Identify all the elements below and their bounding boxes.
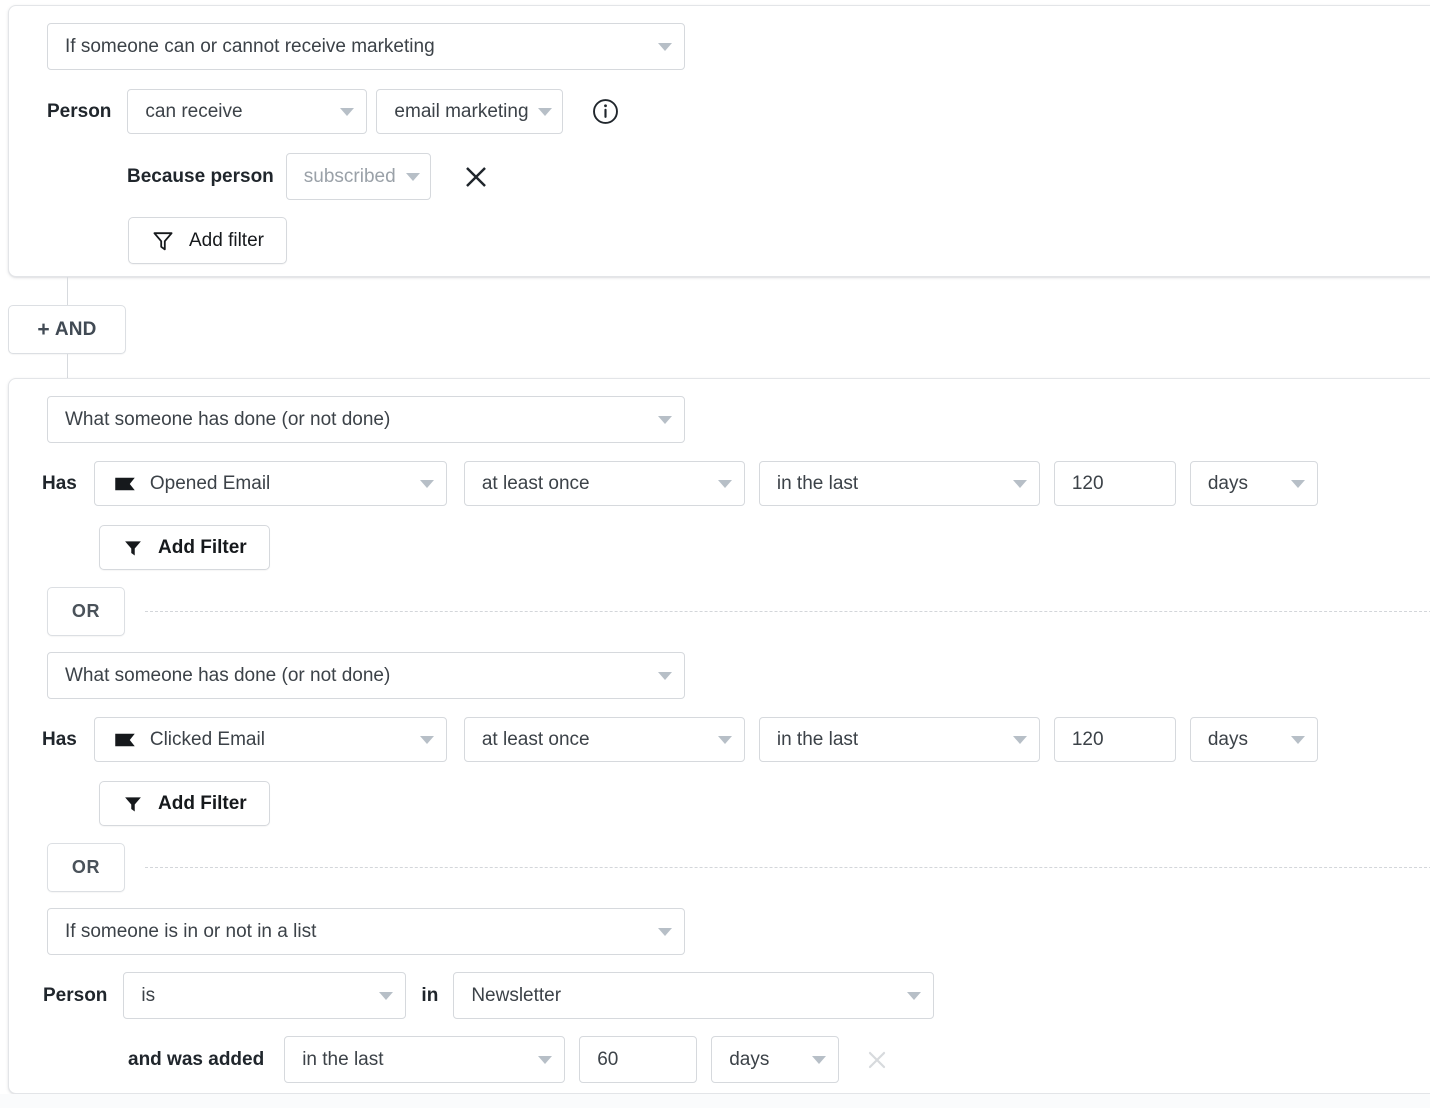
chevron-down-icon <box>537 107 552 116</box>
condition-type-select-marketing[interactable]: If someone can or cannot receive marketi… <box>47 23 685 70</box>
added-unit-select[interactable]: days <box>711 1036 840 1083</box>
person-label: Person <box>43 984 108 1006</box>
or-button-2[interactable]: OR <box>47 843 125 892</box>
list-name-select[interactable]: Newsletter <box>453 972 935 1019</box>
close-icon[interactable] <box>863 1046 891 1074</box>
or-button-1[interactable]: OR <box>47 587 125 636</box>
metric-select-opened-email[interactable]: Opened Email <box>93 461 447 506</box>
chevron-down-icon <box>658 671 672 680</box>
condition-type-select-clicked[interactable]: What someone has done (or not done) <box>47 652 685 699</box>
chevron-down-icon <box>658 42 672 51</box>
frequency-select-opened-email[interactable]: at least once <box>463 461 745 506</box>
connector-rail-top <box>67 277 68 306</box>
chevron-down-icon <box>340 107 355 116</box>
in-label: in <box>421 984 439 1006</box>
chevron-down-icon <box>1012 735 1027 744</box>
chevron-down-icon <box>538 1055 553 1064</box>
chevron-down-icon <box>379 991 394 1000</box>
add-and-group-button[interactable]: + AND <box>8 305 126 354</box>
chevron-down-icon <box>419 479 434 488</box>
and-label: AND <box>54 318 97 340</box>
add-filter-label: Add filter <box>189 229 264 251</box>
frequency-select-clicked-email[interactable]: at least once <box>463 717 745 762</box>
funnel-outline-icon <box>151 229 175 253</box>
chevron-down-icon <box>1012 479 1027 488</box>
marketing-operator-row: Person can receive email marketing <box>47 89 619 134</box>
opened-email-row: Has Opened Email at least once in the la… <box>42 461 1318 506</box>
or-divider-line <box>145 867 1430 868</box>
clicked-email-row: Has Clicked Email at least once in the l… <box>42 717 1318 762</box>
amount-input-opened-email[interactable]: 120 <box>1053 461 1176 506</box>
flag-icon <box>112 727 138 753</box>
because-person-label: Because person <box>127 165 274 187</box>
list-operator-select[interactable]: is <box>123 972 407 1019</box>
marketing-operator-select[interactable]: can receive <box>127 89 368 134</box>
chevron-down-icon <box>405 172 420 181</box>
condition-type-select-opened[interactable]: What someone has done (or not done) <box>47 396 685 443</box>
unit-select-opened-email[interactable]: days <box>1189 461 1318 506</box>
list-added-row: and was added in the last 60 days <box>128 1036 891 1083</box>
funnel-solid-icon <box>122 537 144 559</box>
has-label: Has <box>42 728 77 750</box>
or-divider-1: OR <box>47 587 1430 636</box>
person-label: Person <box>47 100 112 122</box>
chevron-down-icon <box>1290 735 1305 744</box>
and-was-added-label: and was added <box>128 1048 265 1070</box>
added-amount-input[interactable]: 60 <box>579 1036 698 1083</box>
marketing-reason-row: Because person subscribed <box>127 153 490 200</box>
add-filter-button-clicked-email[interactable]: Add Filter <box>99 781 270 826</box>
add-filter-button-marketing[interactable]: Add filter <box>128 217 287 264</box>
add-filter-label: Add Filter <box>158 792 247 814</box>
marketing-reason-select[interactable]: subscribed <box>285 153 431 200</box>
plus-icon: + <box>37 318 50 341</box>
info-circle-icon[interactable] <box>592 98 619 125</box>
chevron-down-icon <box>1290 479 1305 488</box>
metric-select-clicked-email[interactable]: Clicked Email <box>93 717 447 762</box>
funnel-solid-icon <box>122 793 144 815</box>
chevron-down-icon <box>812 1055 827 1064</box>
segment-builder-canvas: If someone can or cannot receive marketi… <box>0 0 1430 1108</box>
chevron-down-icon <box>419 735 434 744</box>
page-bottom-strip <box>0 1094 1430 1108</box>
added-timeframe-select[interactable]: in the last <box>284 1036 566 1083</box>
close-icon[interactable] <box>462 163 490 191</box>
amount-input-clicked-email[interactable]: 120 <box>1053 717 1176 762</box>
chevron-down-icon <box>717 479 732 488</box>
unit-select-clicked-email[interactable]: days <box>1189 717 1318 762</box>
list-membership-row: Person is in Newsletter <box>43 972 935 1019</box>
timeframe-select-clicked-email[interactable]: in the last <box>758 717 1040 762</box>
add-filter-button-opened-email[interactable]: Add Filter <box>99 525 270 570</box>
chevron-down-icon <box>907 991 922 1000</box>
connector-rail-bottom <box>67 354 68 380</box>
timeframe-select-opened-email[interactable]: in the last <box>758 461 1040 506</box>
chevron-down-icon <box>717 735 732 744</box>
flag-icon <box>112 471 138 497</box>
condition-type-select-list[interactable]: If someone is in or not in a list <box>47 908 685 955</box>
marketing-channel-select[interactable]: email marketing <box>376 89 563 134</box>
chevron-down-icon <box>658 927 672 936</box>
chevron-down-icon <box>658 415 672 424</box>
has-label: Has <box>42 472 77 494</box>
or-divider-line <box>145 611 1430 612</box>
add-filter-label: Add Filter <box>158 536 247 558</box>
or-divider-2: OR <box>47 843 1430 892</box>
